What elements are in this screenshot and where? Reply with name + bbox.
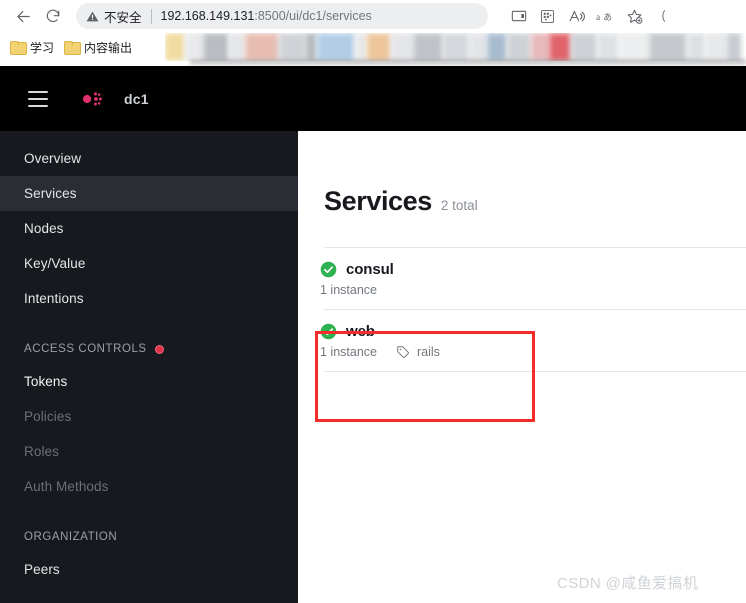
browser-toolbar: 不安全 192.168.149.131:8500/ui/dc1/services — [0, 0, 746, 32]
hamburger-menu-icon[interactable] — [28, 90, 48, 107]
sidebar-item-tokens[interactable]: Tokens — [0, 364, 298, 399]
app-header: dc1 — [0, 66, 746, 131]
toolbar-icon-group: a あ — [504, 3, 678, 29]
bookmark-label: 内容输出 — [84, 40, 133, 55]
service-instance-count: 1 instance — [320, 283, 377, 297]
back-arrow-icon[interactable] — [8, 2, 38, 30]
service-tag: rails — [396, 345, 440, 359]
sidebar-section-title: ACCESS CONTROLS — [24, 343, 147, 355]
sidebar-section-organization: ORGANIZATION — [0, 522, 298, 552]
sidebar-item-label: Nodes — [24, 221, 64, 236]
folder-icon — [64, 41, 82, 55]
services-list: consul 1 instance web 1 instance rails — [298, 247, 746, 372]
sidebar-nav: Overview Services Nodes Key/Value Intent… — [0, 131, 298, 603]
browser-chrome: 不安全 192.168.149.131:8500/ui/dc1/services — [0, 0, 746, 66]
list-divider — [324, 371, 746, 372]
service-instance-count: 1 instance — [320, 345, 377, 359]
service-meta-row: 1 instance — [320, 283, 746, 297]
sidebar-item-label: Key/Value — [24, 256, 86, 271]
sidebar-item-peers[interactable]: Peers — [0, 552, 298, 587]
check-circle-icon — [320, 323, 337, 340]
split-screen-icon[interactable] — [504, 3, 533, 29]
screenshot-root: 不安全 192.168.149.131:8500/ui/dc1/services — [0, 0, 746, 603]
sidebar-item-nodes[interactable]: Nodes — [0, 211, 298, 246]
sidebar-item-label: Overview — [24, 151, 82, 166]
sidebar-item-label: Peers — [24, 562, 60, 577]
sidebar-item-services[interactable]: Services — [0, 176, 298, 211]
address-bar[interactable]: 不安全 192.168.149.131:8500/ui/dc1/services — [76, 3, 488, 29]
bookmark-folder-item[interactable]: 学习 — [10, 39, 54, 56]
service-name-row: consul — [320, 261, 746, 278]
sidebar-item-label: Roles — [24, 444, 60, 459]
service-name-row: web — [320, 323, 746, 340]
service-name: consul — [346, 261, 394, 278]
omnibox-divider — [150, 8, 152, 24]
sidebar-item-label: Tokens — [24, 374, 68, 389]
translate-icon[interactable]: a あ — [591, 3, 620, 29]
blurred-bookmarks-region — [165, 33, 746, 61]
alert-dot-icon — [154, 344, 164, 354]
sidebar-item-key-value[interactable]: Key/Value — [0, 246, 298, 281]
sidebar-section-access-controls: ACCESS CONTROLS — [0, 334, 298, 364]
service-list-item-web[interactable]: web 1 instance rails — [298, 310, 746, 371]
sidebar-item-roles[interactable]: Roles — [0, 434, 298, 469]
bookmark-folder-item[interactable]: 内容输出 — [64, 39, 132, 56]
sidebar-item-policies[interactable]: Policies — [0, 399, 298, 434]
consul-logo-icon[interactable] — [70, 81, 106, 117]
sidebar-item-auth-methods[interactable]: Auth Methods — [0, 469, 298, 504]
sidebar-item-overview[interactable]: Overview — [0, 141, 298, 176]
service-tag-label: rails — [416, 345, 440, 359]
datacenter-label[interactable]: dc1 — [124, 91, 149, 107]
svg-text:あ: あ — [603, 11, 612, 21]
service-name: web — [346, 323, 375, 340]
url-host: 192.168.149.131 — [160, 9, 255, 23]
main-content: Services 2 total consul 1 instance web 1… — [298, 131, 746, 603]
sidebar-item-label: Services — [24, 186, 77, 201]
service-meta-row: 1 instance rails — [320, 345, 746, 359]
tag-icon — [396, 345, 410, 359]
qr-code-icon[interactable] — [533, 3, 562, 29]
sidebar-item-label: Policies — [24, 409, 72, 424]
browser-menu-icon[interactable] — [649, 3, 678, 29]
security-status-label: 不安全 — [104, 10, 142, 25]
check-circle-icon — [320, 261, 337, 278]
watermark-label: CSDN @咸鱼爱搞机 — [557, 575, 699, 592]
add-favorite-icon[interactable] — [620, 3, 649, 29]
sidebar-item-label: Auth Methods — [24, 479, 109, 494]
url-path: :8500/ui/dc1/services — [254, 9, 372, 23]
page-title: Services — [324, 186, 432, 216]
read-aloud-icon[interactable] — [562, 3, 591, 29]
folder-icon — [10, 41, 27, 55]
sidebar-item-intentions[interactable]: Intentions — [0, 281, 298, 316]
service-list-item-consul[interactable]: consul 1 instance — [298, 248, 746, 309]
svg-text:a: a — [596, 12, 601, 22]
page-header: Services 2 total — [298, 131, 746, 217]
sidebar-item-label: Intentions — [24, 291, 84, 306]
sidebar-section-title: ORGANIZATION — [24, 531, 118, 543]
bookmark-label: 学习 — [30, 40, 55, 55]
not-secure-warning-icon — [86, 10, 99, 23]
reload-icon[interactable] — [38, 2, 68, 30]
services-total-count: 2 total — [440, 198, 478, 213]
